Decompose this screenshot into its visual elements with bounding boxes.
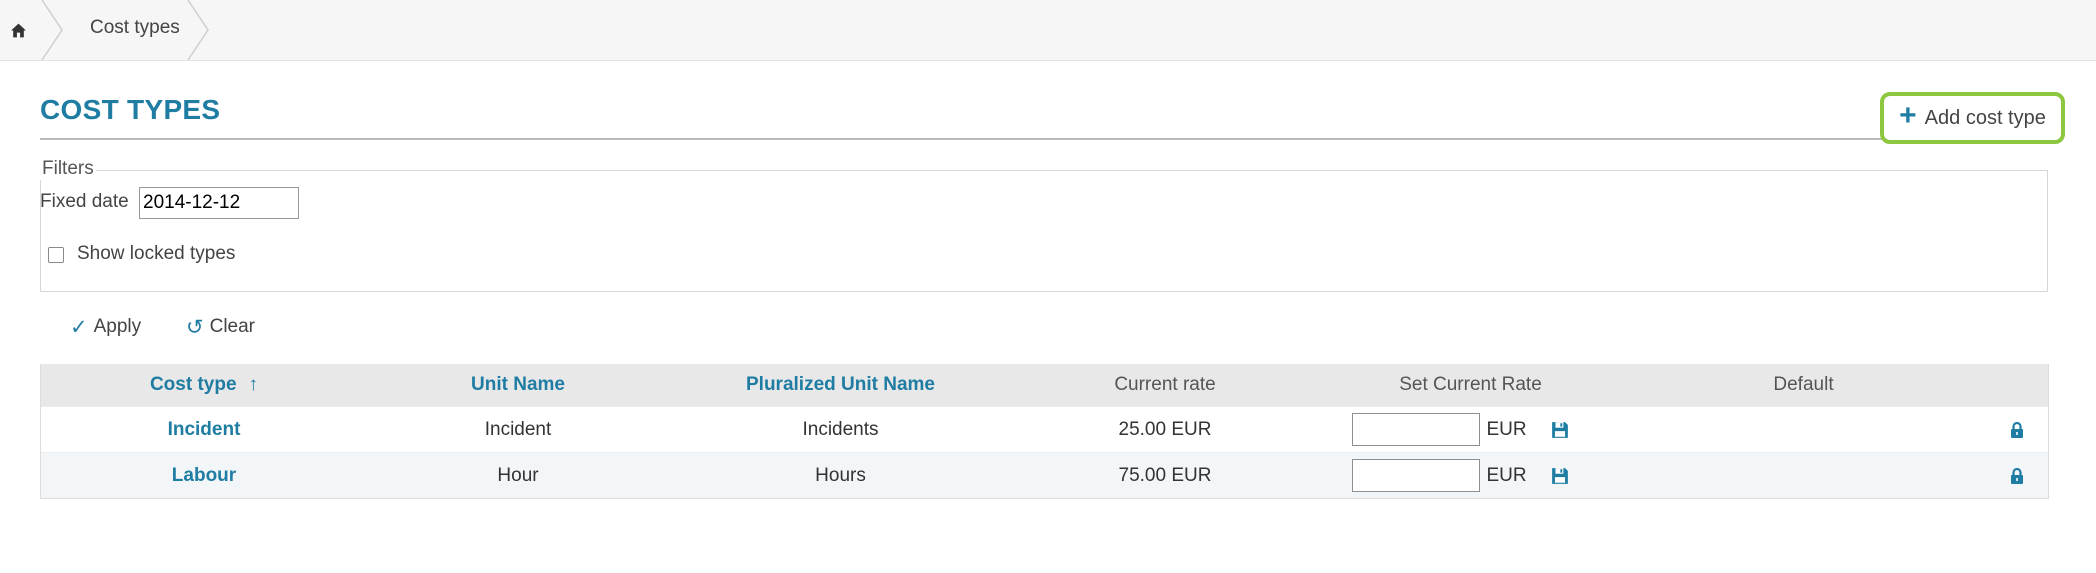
- home-icon: [10, 23, 26, 37]
- add-cost-type-label: Add cost type: [1924, 106, 2046, 129]
- current-rate-cell: 25.00 EUR: [1118, 418, 1212, 440]
- filters-fieldset: [40, 170, 2048, 292]
- fixed-date-input[interactable]: [139, 187, 299, 219]
- cost-type-link[interactable]: Labour: [172, 465, 236, 487]
- column-header-default: Default: [1773, 374, 1834, 395]
- plural-unit-name-cell: Hours: [815, 464, 866, 486]
- column-header-pluralized-unit-name[interactable]: Pluralized Unit Name: [669, 364, 1012, 406]
- column-header-current-rate: Current rate: [1114, 374, 1216, 395]
- title-divider: [40, 138, 2049, 140]
- show-locked-label[interactable]: Show locked types: [77, 243, 235, 265]
- floppy-disk-icon[interactable]: [1551, 421, 1569, 439]
- clear-button[interactable]: ↺ Clear: [186, 312, 255, 342]
- cost-types-table: Cost type ↑ Unit Name Pluralized Unit Na…: [40, 364, 2049, 499]
- cost-type-link[interactable]: Incident: [168, 419, 241, 441]
- breadcrumb-current[interactable]: Cost types: [90, 0, 180, 60]
- checkmark-icon: ✓: [70, 315, 88, 339]
- breadcrumb-separator: [40, 0, 64, 60]
- column-header-cost-type[interactable]: Cost type ↑: [41, 364, 367, 406]
- lock-icon[interactable]: [2010, 467, 2024, 485]
- lock-icon[interactable]: [2010, 421, 2024, 439]
- currency-label: EUR: [1486, 418, 1527, 440]
- breadcrumb-separator: [186, 0, 210, 60]
- filters-legend: Filters: [40, 158, 96, 180]
- set-rate-input[interactable]: [1352, 413, 1481, 446]
- default-cell: [1623, 453, 1984, 498]
- unit-name-cell: Incident: [484, 418, 552, 440]
- column-label: Cost type: [149, 374, 237, 395]
- column-header-unit-name[interactable]: Unit Name: [367, 364, 669, 406]
- column-header-lock: [1984, 364, 2050, 406]
- breadcrumb: Cost types: [0, 0, 2096, 61]
- currency-label: EUR: [1486, 464, 1527, 486]
- table-row: Incident Incident Incidents 25.00 EUR EU…: [41, 406, 2048, 452]
- add-cost-type-button[interactable]: + Add cost type: [1880, 92, 2065, 144]
- current-rate-cell: 75.00 EUR: [1118, 464, 1212, 486]
- plural-unit-name-cell: Incidents: [802, 418, 879, 440]
- plus-icon: +: [1899, 99, 1917, 132]
- column-header-set-current-rate: Set Current Rate: [1399, 374, 1542, 395]
- apply-label: Apply: [93, 316, 142, 337]
- show-locked-checkbox[interactable]: [48, 247, 64, 263]
- clear-label: Clear: [209, 316, 256, 337]
- home-link[interactable]: [0, 0, 44, 60]
- unit-name-cell: Hour: [497, 464, 539, 486]
- sort-ascending-icon: ↑: [248, 374, 259, 395]
- undo-icon: ↺: [186, 315, 204, 339]
- table-row: Labour Hour Hours 75.00 EUR EUR: [41, 452, 2048, 498]
- floppy-disk-icon[interactable]: [1551, 467, 1569, 485]
- default-cell: [1623, 407, 1984, 452]
- apply-button[interactable]: ✓ Apply: [70, 312, 141, 342]
- page-title: COST TYPES: [40, 94, 221, 125]
- table-header: Cost type ↑ Unit Name Pluralized Unit Na…: [41, 364, 2048, 406]
- set-rate-input[interactable]: [1352, 459, 1481, 492]
- fixed-date-label: Fixed date: [40, 191, 129, 212]
